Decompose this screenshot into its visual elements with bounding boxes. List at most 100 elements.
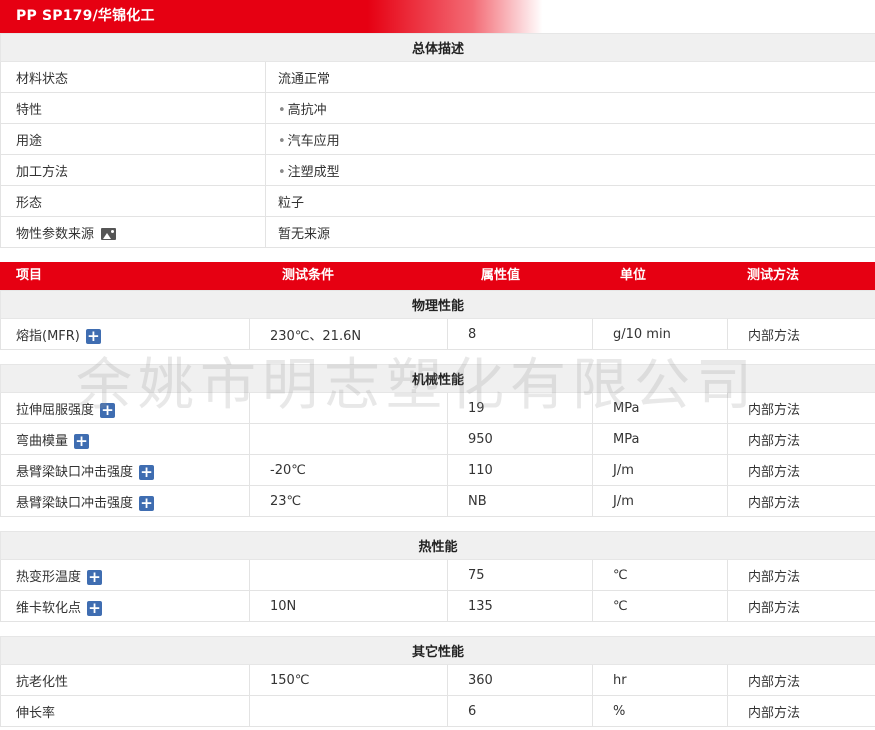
property-name: 弯曲模量 [16, 433, 69, 449]
section-heading-mechanical: 机械性能 [0, 364, 875, 393]
property-unit: % [592, 695, 728, 727]
overview-value: 暂无来源 [264, 216, 875, 248]
overview-value: 注塑成型 [287, 164, 340, 180]
property-unit: MPa [592, 423, 728, 455]
overview-value: 粒子 [264, 185, 875, 217]
overview-label: 用途 [0, 123, 266, 155]
property-unit: J/m [592, 454, 728, 486]
property-value: 135 [447, 590, 593, 622]
test-condition: -20℃ [249, 454, 448, 486]
column-header-method: 测试方法 [747, 268, 800, 283]
test-condition: 23℃ [249, 485, 448, 517]
bullet-icon: • [278, 102, 286, 118]
overview-table: 总体描述 材料状态 流通正常 特性 • 高抗冲 用途 • 汽车应用 加工方法 • 注塑… [0, 33, 875, 248]
property-unit: ℃ [592, 590, 728, 622]
overview-value: 高抗冲 [287, 102, 327, 118]
test-method: 内部方法 [726, 454, 875, 486]
property-name: 维卡软化点 [16, 600, 82, 616]
property-value: 19 [447, 392, 593, 424]
column-header-unit: 单位 [620, 268, 647, 283]
property-name: 热变形温度 [16, 569, 82, 585]
property-unit: hr [592, 664, 728, 696]
property-name: 抗老化性 [0, 664, 250, 696]
test-method: 内部方法 [726, 485, 875, 517]
test-condition [249, 695, 448, 727]
table-row: 悬臂梁缺口冲击强度 + -20℃ 110 J/m 内部方法 [0, 454, 875, 486]
overview-heading: 总体描述 [0, 33, 875, 62]
section-heading-row: 机械性能 [0, 364, 875, 393]
property-value: 110 [447, 454, 593, 486]
test-condition [249, 392, 448, 424]
test-condition: 150℃ [249, 664, 448, 696]
overview-label: 特性 [0, 92, 266, 124]
test-method: 内部方法 [726, 318, 875, 350]
overview-label: 加工方法 [0, 154, 266, 186]
test-method: 内部方法 [726, 695, 875, 727]
properties-table-other: 其它性能 抗老化性 150℃ 360 hr 内部方法 伸长率 6 % 内部方法 [0, 636, 875, 727]
property-value: 950 [447, 423, 593, 455]
test-method: 内部方法 [726, 590, 875, 622]
overview-value: 流通正常 [264, 61, 875, 93]
test-method: 内部方法 [726, 392, 875, 424]
properties-table-mechanical: 机械性能 拉伸屈服强度 + 19 MPa 内部方法 弯曲模量 + 950 MPa 内… [0, 364, 875, 517]
property-name: 拉伸屈服强度 [16, 402, 95, 418]
plus-icon[interactable]: + [100, 402, 116, 418]
plus-icon[interactable]: + [85, 328, 101, 344]
test-method: 内部方法 [726, 559, 875, 591]
table-row: 拉伸屈服强度 + 19 MPa 内部方法 [0, 392, 875, 424]
property-name: 熔指(MFR) [16, 328, 80, 344]
overview-row: 特性 • 高抗冲 [0, 92, 875, 124]
test-method: 内部方法 [726, 423, 875, 455]
properties-header: 项目 测试条件 属性值 单位 测试方法 [0, 262, 875, 290]
property-name: 悬臂梁缺口冲击强度 [16, 495, 134, 511]
column-header-value: 属性值 [481, 268, 521, 283]
overview-row: 物性参数来源 暂无来源 [0, 216, 875, 248]
overview-row: 形态 粒子 [0, 185, 875, 217]
property-unit: ℃ [592, 559, 728, 591]
overview-heading-row: 总体描述 [0, 33, 875, 62]
section-heading-row: 热性能 [0, 531, 875, 560]
property-unit: g/10 min [592, 318, 728, 350]
table-row: 抗老化性 150℃ 360 hr 内部方法 [0, 664, 875, 696]
section-heading-row: 物理性能 [0, 290, 875, 319]
property-value: 360 [447, 664, 593, 696]
plus-icon[interactable]: + [139, 464, 155, 480]
properties-table-thermal: 热性能 热变形温度 + 75 ℃ 内部方法 维卡软化点 + 10N 135 ℃ 内部… [0, 531, 875, 622]
table-row: 弯曲模量 + 950 MPa 内部方法 [0, 423, 875, 455]
bullet-icon: • [278, 133, 286, 149]
table-row: 悬臂梁缺口冲击强度 + 23℃ NB J/m 内部方法 [0, 485, 875, 517]
test-method: 内部方法 [726, 664, 875, 696]
property-unit: J/m [592, 485, 728, 517]
property-unit: MPa [592, 392, 728, 424]
plus-icon[interactable]: + [87, 600, 103, 616]
section-heading-thermal: 热性能 [0, 531, 875, 560]
test-condition [249, 423, 448, 455]
overview-label: 物性参数来源 [16, 226, 95, 242]
table-row: 维卡软化点 + 10N 135 ℃ 内部方法 [0, 590, 875, 622]
page-title: PP SP179/华锦化工 [0, 0, 875, 33]
section-heading-row: 其它性能 [0, 636, 875, 665]
overview-value: 汽车应用 [287, 133, 340, 149]
plus-icon[interactable]: + [139, 495, 155, 511]
test-condition: 10N [249, 590, 448, 622]
overview-row: 加工方法 • 注塑成型 [0, 154, 875, 186]
image-icon[interactable] [101, 228, 117, 240]
overview-label: 材料状态 [0, 61, 266, 93]
property-value: 75 [447, 559, 593, 591]
overview-row: 用途 • 汽车应用 [0, 123, 875, 155]
property-name: 伸长率 [0, 695, 250, 727]
section-heading-physical: 物理性能 [0, 290, 875, 319]
properties-table: 物理性能 熔指(MFR) + 230℃、21.6N 8 g/10 min 内部方法 [0, 290, 875, 350]
property-value: 6 [447, 695, 593, 727]
bullet-icon: • [278, 164, 286, 180]
plus-icon[interactable]: + [87, 569, 103, 585]
overview-row: 材料状态 流通正常 [0, 61, 875, 93]
section-heading-other: 其它性能 [0, 636, 875, 665]
property-value: 8 [447, 318, 593, 350]
overview-label: 形态 [0, 185, 266, 217]
table-row: 伸长率 6 % 内部方法 [0, 695, 875, 727]
plus-icon[interactable]: + [74, 433, 90, 449]
